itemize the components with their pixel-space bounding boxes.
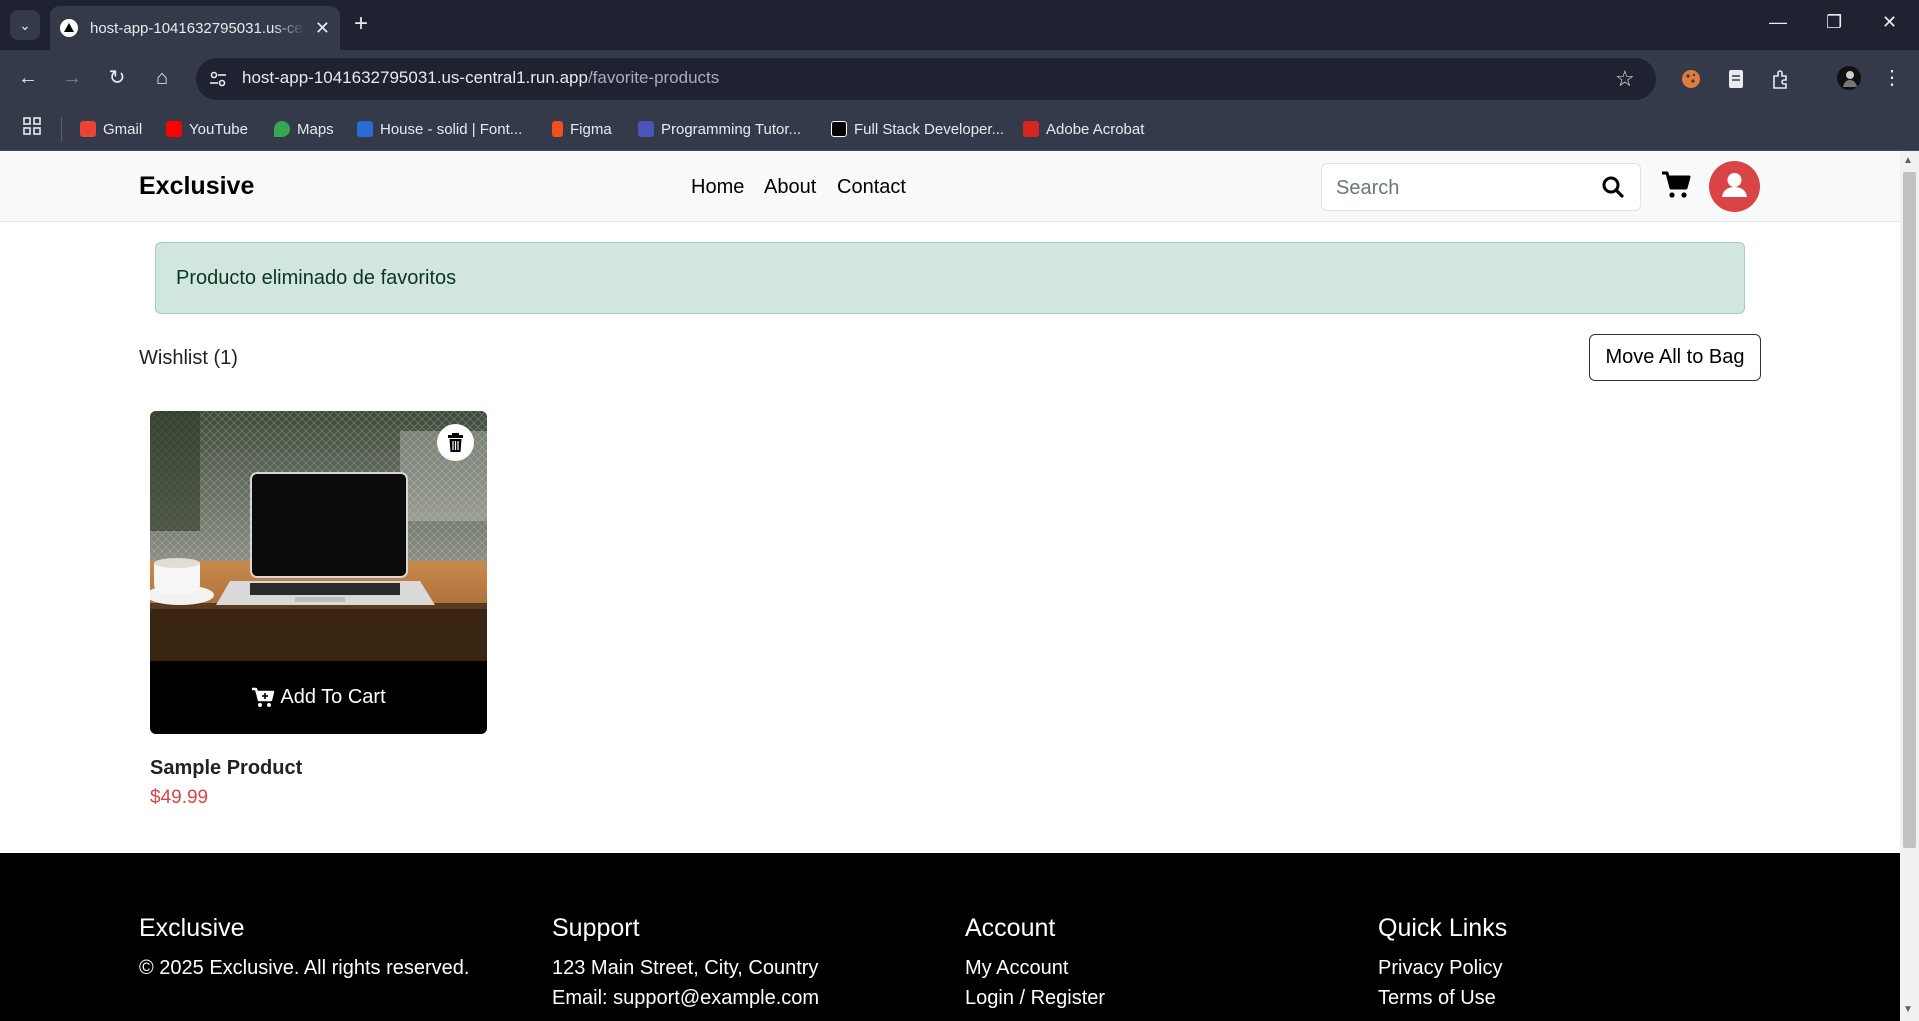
wishlist-product-card: Add To Cart	[150, 411, 487, 734]
browser-tab[interactable]: host-app-1041632795031.us-central1.run.a…	[50, 6, 340, 50]
close-window-icon[interactable]: ✕	[1882, 12, 1897, 33]
product-price: $49.99	[150, 787, 209, 808]
bookmarks-divider	[61, 117, 62, 141]
bookmark-fontawesome[interactable]: House - solid | Font...	[357, 117, 522, 141]
restore-icon[interactable]: ❐	[1826, 12, 1842, 33]
footer-link-my-account[interactable]: My Account	[965, 953, 1105, 983]
acrobat-icon	[1023, 121, 1039, 137]
bookmark-figma[interactable]: Figma	[552, 117, 612, 141]
search-box	[1321, 163, 1641, 211]
bookmark-star-icon[interactable]: ☆	[1615, 66, 1635, 92]
footer-quick-links-title: Quick Links	[1378, 914, 1508, 942]
add-to-cart-button[interactable]: Add To Cart	[150, 661, 487, 734]
cookie-extension-icon[interactable]	[1680, 68, 1702, 90]
bookmark-gmail[interactable]: Gmail	[80, 117, 142, 141]
bookmark-youtube[interactable]: YouTube	[166, 117, 248, 141]
reading-list-icon[interactable]	[1725, 68, 1747, 90]
bookmark-adobe-acrobat[interactable]: Adobe Acrobat	[1023, 117, 1144, 141]
footer-support-title: Support	[552, 914, 640, 942]
bookmark-label: YouTube	[189, 120, 248, 138]
back-icon[interactable]: ←	[14, 66, 42, 90]
search-icon[interactable]	[1600, 174, 1626, 200]
footer-brand-title: Exclusive	[139, 914, 245, 942]
add-to-cart-label: Add To Cart	[280, 686, 386, 708]
success-alert: Producto eliminado de favoritos	[155, 242, 1745, 314]
product-name[interactable]: Sample Product	[150, 757, 302, 780]
tutor-icon	[638, 121, 654, 137]
scroll-down-icon[interactable]: ▼	[1903, 1004, 1913, 1015]
bookmark-label: Figma	[570, 120, 612, 138]
figma-icon	[552, 121, 563, 137]
maps-icon	[274, 121, 290, 137]
user-avatar[interactable]	[1709, 161, 1760, 212]
search-input[interactable]	[1336, 175, 1586, 201]
flag-icon	[357, 121, 373, 137]
bookmark-label: Full Stack Developer...	[854, 120, 1005, 138]
footer-link-terms[interactable]: Terms of Use	[1378, 983, 1507, 1013]
page-viewport: Exclusive Home About Contact Producto el…	[0, 151, 1900, 1021]
brand-logo[interactable]: Exclusive	[139, 172, 254, 201]
tab-close-icon[interactable]: ✕	[315, 18, 330, 39]
forward-icon[interactable]: →	[58, 66, 86, 90]
footer-col-brand: Exclusive © 2025 Exclusive. All rights r…	[139, 914, 469, 983]
nav-home[interactable]: Home	[691, 176, 744, 199]
bookmark-label: Maps	[297, 120, 334, 138]
extensions-puzzle-icon[interactable]	[1770, 68, 1792, 90]
footer-col-account: Account My Account Login / Register	[965, 914, 1105, 1013]
footer-link-login-register[interactable]: Login / Register	[965, 983, 1105, 1013]
footer-col-support: Support 123 Main Street, City, Country E…	[552, 914, 819, 1013]
footer-email[interactable]: Email: support@example.com	[552, 983, 819, 1013]
youtube-icon	[166, 121, 182, 137]
tab-search-button[interactable]: ⌄	[10, 10, 40, 40]
site-info-icon[interactable]	[208, 69, 230, 89]
home-icon[interactable]: ⌂	[148, 66, 176, 90]
profile-avatar-icon[interactable]	[1836, 65, 1862, 91]
fullstack-icon	[831, 121, 847, 137]
gmail-icon	[80, 121, 96, 137]
bookmark-maps[interactable]: Maps	[274, 117, 334, 141]
url-host: host-app-1041632795031.us-central1.run.a…	[242, 68, 588, 87]
wishlist-title: Wishlist (1)	[139, 347, 238, 369]
bookmark-label: Adobe Acrobat	[1046, 120, 1145, 138]
move-all-to-bag-button[interactable]: Move All to Bag	[1589, 334, 1761, 381]
minimize-icon[interactable]: —	[1769, 12, 1787, 33]
add-cart-icon	[252, 687, 275, 707]
bookmark-label: House - solid | Font...	[380, 120, 523, 138]
tab-title: host-app-1041632795031.us-central1.run.a…	[90, 19, 305, 37]
url-path: /favorite-products	[587, 68, 720, 87]
nav-about[interactable]: About	[764, 176, 816, 199]
site-header: Exclusive Home About Contact	[0, 151, 1900, 222]
nav-contact[interactable]: Contact	[837, 176, 906, 199]
footer-address: 123 Main Street, City, Country	[552, 957, 819, 979]
footer-account-title: Account	[965, 914, 1056, 942]
footer-copyright: © 2025 Exclusive. All rights reserved.	[139, 957, 470, 979]
apps-grid-icon[interactable]	[22, 116, 42, 141]
user-icon	[1722, 173, 1747, 197]
bookmark-fullstack[interactable]: Full Stack Developer...	[831, 117, 1004, 141]
scrollbar-thumb[interactable]	[1903, 172, 1916, 848]
trash-icon	[448, 433, 463, 452]
browser-menu-icon[interactable]: ⋮	[1878, 66, 1906, 90]
footer-link-privacy[interactable]: Privacy Policy	[1378, 953, 1507, 983]
bookmark-programming-tutor[interactable]: Programming Tutor...	[638, 117, 801, 141]
scroll-up-icon[interactable]: ▲	[1903, 155, 1913, 166]
footer-col-quick-links: Quick Links Privacy Policy Terms of Use	[1378, 914, 1507, 1013]
tab-favicon-icon	[60, 19, 78, 37]
cart-icon[interactable]	[1660, 169, 1692, 201]
reload-icon[interactable]: ↻	[103, 66, 131, 90]
site-footer: Exclusive © 2025 Exclusive. All rights r…	[0, 853, 1900, 1021]
bookmark-label: Gmail	[103, 120, 143, 138]
remove-from-wishlist-button[interactable]	[437, 424, 474, 461]
bookmark-label: Programming Tutor...	[661, 120, 802, 138]
url-text[interactable]: host-app-1041632795031.us-central1.run.a…	[242, 68, 719, 88]
new-tab-button[interactable]: +	[354, 10, 368, 38]
